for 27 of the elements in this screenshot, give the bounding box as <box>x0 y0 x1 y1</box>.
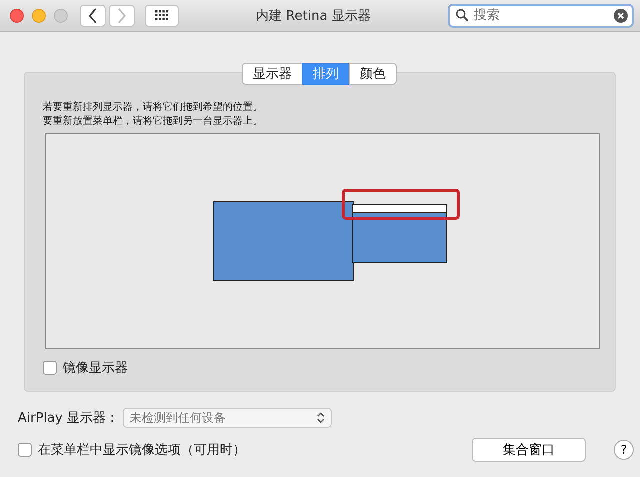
airplay-label: AirPlay 显示器： <box>18 410 120 427</box>
menu-bar[interactable] <box>353 205 446 213</box>
tab[interactable]: 显示器 <box>242 63 303 85</box>
airplay-dropdown[interactable]: 未检测到任何设备 <box>123 408 332 428</box>
search-icon <box>456 9 469 22</box>
gather-windows-button[interactable]: 集合窗口 <box>472 438 586 462</box>
grid-icon <box>155 10 169 21</box>
instruction-text: 要重新放置菜单栏，请将它拖到另一台显示器上。 <box>43 115 264 129</box>
search-field[interactable]: 搜索 <box>448 4 634 28</box>
checkbox-label: 镜像显示器 <box>63 360 128 377</box>
help-button[interactable]: ? <box>614 440 634 460</box>
clear-icon[interactable] <box>614 8 628 22</box>
checkbox[interactable] <box>43 361 57 375</box>
search-input[interactable]: 搜索 <box>474 6 609 26</box>
show-all-button[interactable] <box>145 4 179 26</box>
close-button[interactable] <box>10 8 24 22</box>
back-button[interactable] <box>80 4 106 26</box>
checkbox[interactable] <box>18 443 32 457</box>
chevron-right-icon <box>117 8 127 24</box>
chevron-left-icon <box>88 8 98 24</box>
updown-icon <box>317 412 326 424</box>
checkbox-label: 在菜单栏中显示镜像选项（可用时） <box>38 442 246 459</box>
tab[interactable]: 颜色 <box>349 63 397 85</box>
instruction-text: 若要重新排列显示器，请将它们拖到希望的位置。 <box>43 101 264 115</box>
display-thumbnail[interactable] <box>213 201 354 281</box>
display-thumbnail[interactable] <box>352 204 447 263</box>
window-title: 内建 Retina 显示器 <box>255 8 372 24</box>
